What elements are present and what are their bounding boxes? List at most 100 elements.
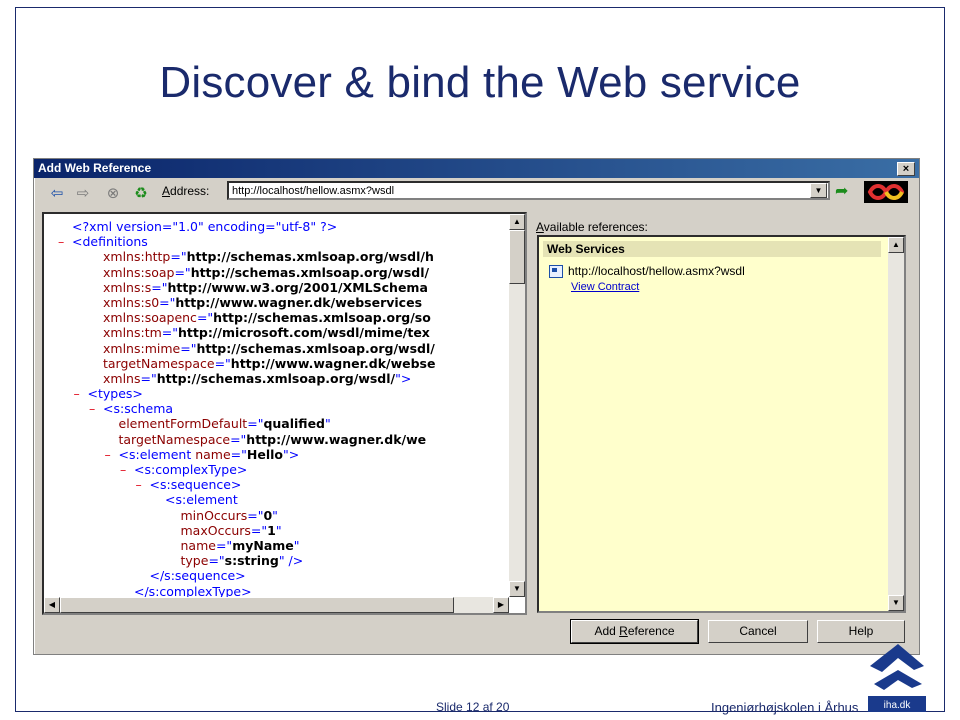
- add-reference-button[interactable]: Add Reference: [570, 619, 699, 644]
- scroll-thumb[interactable]: [509, 230, 525, 284]
- xml-line: <?xml version="1.0" encoding="utf-8" ?>: [44, 219, 435, 234]
- stop-icon[interactable]: ⊗: [104, 184, 122, 202]
- xml-token: ": [275, 522, 282, 538]
- xml-token: =": [214, 355, 231, 371]
- footer-rule-left: [15, 711, 415, 712]
- slide-title: Discover & bind the Web service: [159, 58, 801, 107]
- xml-token: =": [159, 294, 176, 310]
- xml-horizontal-scrollbar[interactable]: ◀ ▶: [44, 597, 509, 613]
- xml-token: =": [230, 446, 247, 462]
- iha-logo: iha.dk: [868, 640, 926, 715]
- xml-line: – <s:sequence>: [44, 477, 435, 492]
- xml-token: Hello: [246, 446, 284, 462]
- xml-token: name: [180, 537, 216, 553]
- dialog-title: Add Web Reference: [38, 161, 152, 175]
- xml-line: xmlns:soapenc="http://schemas.xmlsoap.or…: [44, 310, 435, 325]
- xml-token: =": [250, 522, 268, 538]
- xml-token: xmlns:s: [103, 279, 152, 295]
- xml-line: – <s:schema: [44, 401, 435, 416]
- xml-token: ": [325, 416, 331, 432]
- address-input[interactable]: http://localhost/hellow.asmx?wsdl: [227, 181, 830, 200]
- available-references-pane[interactable]: Web Services http://localhost/hellow.asm…: [537, 235, 906, 613]
- xml-token: name: [195, 446, 231, 462]
- scroll-thumb[interactable]: [60, 597, 454, 613]
- xml-token: 1: [267, 522, 276, 538]
- xml-token: <s:element: [165, 492, 238, 508]
- add-web-reference-dialog: Add Web Reference × ⇦ ⇨ ⊗ ♻ Address: htt…: [33, 158, 920, 655]
- close-button[interactable]: ×: [897, 162, 915, 176]
- xml-token: qualified: [263, 416, 325, 432]
- xml-vertical-scrollbar[interactable]: ▲ ▼: [509, 214, 525, 597]
- scroll-left-button[interactable]: ◀: [44, 597, 60, 613]
- xml-token: xmlns:soapenc: [103, 310, 197, 326]
- xml-token: xmlns:soap: [103, 264, 175, 280]
- xml-token: maxOccurs: [180, 522, 251, 538]
- scroll-down-button[interactable]: ▼: [888, 595, 904, 611]
- go-icon[interactable]: ➦: [835, 183, 853, 201]
- xml-token: <?xml version="1.0" encoding="utf-8" ?>: [72, 219, 338, 234]
- xml-token: <types>: [87, 386, 143, 402]
- xml-line: targetNamespace="http://www.wagner.dk/we…: [44, 356, 435, 371]
- xml-token: http://schemas.xmlsoap.org/wsdl/: [196, 340, 435, 356]
- xml-token: ">: [395, 370, 412, 386]
- xml-line: minOccurs="0": [44, 508, 435, 523]
- xml-line: xmlns:s="http://www.w3.org/2001/XMLSchem…: [44, 280, 435, 295]
- xml-token: =": [247, 416, 264, 432]
- scroll-right-button[interactable]: ▶: [493, 597, 509, 613]
- xml-token: ": [293, 537, 300, 553]
- scroll-down-button[interactable]: ▼: [509, 581, 525, 597]
- xml-line: xmlns:mime="http://schemas.xmlsoap.org/w…: [44, 341, 435, 356]
- xml-token: minOccurs: [180, 507, 248, 523]
- collapse-marker[interactable]: –: [89, 401, 103, 416]
- xml-token: http://schemas.xmlsoap.org/wsdl/: [156, 370, 396, 386]
- xml-line: – <s:complexType>: [44, 462, 435, 477]
- xml-token: http://schemas.xmlsoap.org/wsdl/: [190, 264, 430, 280]
- refresh-icon[interactable]: ♻: [132, 184, 150, 202]
- cancel-button[interactable]: Cancel: [708, 620, 808, 643]
- xml-token: targetNamespace: [103, 355, 215, 371]
- xml-line: elementFormDefault="qualified": [44, 416, 435, 431]
- xml-token: =": [215, 537, 233, 553]
- xml-token: s:string: [224, 553, 279, 569]
- xml-token: http://microsoft.com/wsdl/mime/tex: [178, 325, 430, 341]
- wsdl-xml-view[interactable]: <?xml version="1.0" encoding="utf-8" ?> –…: [42, 212, 527, 615]
- scroll-up-button[interactable]: ▲: [888, 237, 904, 253]
- xml-token: =": [151, 279, 168, 295]
- xml-token: ">: [283, 446, 300, 462]
- xml-line: type="s:string" />: [44, 553, 435, 568]
- xml-token: myName: [232, 537, 294, 553]
- xml-token: <s:element: [118, 446, 196, 462]
- xml-token: =": [196, 310, 214, 326]
- address-label: Address:: [162, 184, 210, 198]
- xml-line: maxOccurs="1": [44, 523, 435, 538]
- web-service-url: http://localhost/hellow.asmx?wsdl: [568, 264, 745, 278]
- address-dropdown-button[interactable]: ▼: [810, 183, 827, 198]
- xml-token: <s:complexType>: [134, 462, 248, 477]
- xml-token: </s:sequence>: [149, 568, 246, 584]
- xml-token: =": [161, 325, 179, 341]
- xml-token: " />: [278, 553, 304, 569]
- xml-token: <s:sequence>: [149, 477, 242, 493]
- xml-content: <?xml version="1.0" encoding="utf-8" ?> –…: [44, 219, 435, 599]
- school-name: Ingeniørhøjskolen i Århus: [711, 700, 859, 715]
- xml-line: </s:sequence>: [44, 568, 435, 583]
- xml-token: targetNamespace: [118, 431, 231, 447]
- xml-line: xmlns:s0="http://www.wagner.dk/webservic…: [44, 295, 435, 310]
- available-references-label: Available references:: [536, 220, 648, 234]
- collapse-marker[interactable]: –: [136, 477, 150, 492]
- xml-token: http://www.wagner.dk/webservices: [175, 294, 423, 310]
- back-icon[interactable]: ⇦: [48, 184, 66, 202]
- forward-icon[interactable]: ⇨: [74, 184, 92, 202]
- collapse-marker[interactable]: –: [58, 234, 72, 249]
- view-contract-link[interactable]: View Contract: [571, 281, 639, 293]
- references-vertical-scrollbar[interactable]: ▲ ▼: [888, 237, 904, 611]
- xml-line: name="myName": [44, 538, 435, 553]
- collapse-marker[interactable]: –: [74, 386, 88, 401]
- collapse-marker[interactable]: –: [120, 462, 134, 477]
- collapse-marker[interactable]: –: [105, 447, 119, 462]
- xml-token: type: [180, 553, 209, 569]
- visual-studio-logo: [862, 179, 910, 205]
- scroll-up-button[interactable]: ▲: [509, 214, 525, 230]
- xml-token: 0: [263, 507, 273, 523]
- logo-text: iha.dk: [884, 700, 912, 711]
